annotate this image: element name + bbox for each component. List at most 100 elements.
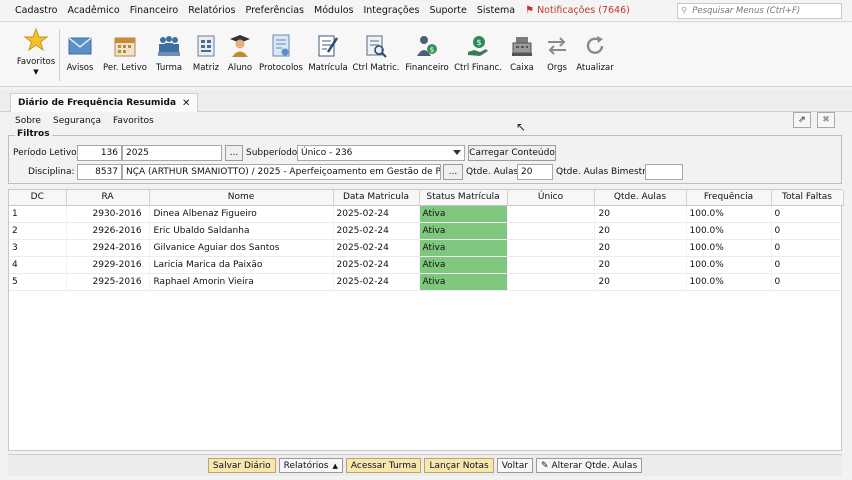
relatorios-button[interactable]: Relatórios ▲ bbox=[278, 458, 343, 473]
arrows-exchange-icon bbox=[544, 33, 570, 59]
classroom-icon bbox=[156, 33, 182, 59]
per-letivo-label: Per. Letivo bbox=[103, 63, 147, 73]
protocolos-button[interactable]: Protocolos bbox=[256, 23, 306, 83]
menu-bar: Cadastro Acadêmico Financeiro Relatórios… bbox=[0, 0, 852, 22]
col-header-faltas[interactable]: Total Faltas bbox=[771, 190, 844, 206]
subnav-seguranca[interactable]: Segurança bbox=[47, 116, 107, 126]
caret-up-icon: ▲ bbox=[332, 461, 338, 470]
detach-window-button[interactable]: ⇗ bbox=[793, 112, 811, 128]
menu-cadastro[interactable]: Cadastro bbox=[0, 5, 63, 16]
bottom-action-bar: Salvar Diário Relatórios ▲ Acessar Turma… bbox=[8, 454, 842, 476]
edit-list-icon: ✎ bbox=[540, 460, 549, 471]
ctrl-financ-button[interactable]: $ Ctrl Financ. bbox=[452, 23, 504, 83]
acessar-turma-button[interactable]: Acessar Turma bbox=[345, 458, 422, 473]
col-header-status[interactable]: Status Matrícula bbox=[419, 190, 508, 206]
cell-dc: 3 bbox=[9, 239, 67, 257]
cell-faltas: 0 bbox=[771, 222, 844, 240]
col-header-nome[interactable]: Nome bbox=[149, 190, 334, 206]
cell-unico[interactable] bbox=[507, 273, 595, 291]
table-row[interactable]: 4 2929-2016 Laricia Marica da Paixão 202… bbox=[9, 256, 844, 274]
turma-button[interactable]: Turma bbox=[150, 23, 188, 83]
qtde-bimestre-field[interactable] bbox=[645, 164, 683, 180]
col-header-data[interactable]: Data Matricula bbox=[333, 190, 420, 206]
menu-relatorios[interactable]: Relatórios bbox=[183, 5, 240, 16]
col-header-ra[interactable]: RA bbox=[66, 190, 150, 206]
cell-data: 2025-02-24 bbox=[333, 239, 420, 257]
periodo-value-field[interactable]: 2025 bbox=[122, 145, 222, 161]
cell-freq: 100.0% bbox=[686, 256, 772, 274]
favoritos-button[interactable]: Favoritos ▼ bbox=[13, 23, 59, 83]
table-row[interactable]: 3 2924-2016 Gilvanice Aguiar dos Santos … bbox=[9, 239, 844, 257]
cell-dc: 5 bbox=[9, 273, 67, 291]
avisos-button[interactable]: Avisos bbox=[60, 23, 100, 83]
financeiro-label: Financeiro bbox=[405, 63, 449, 73]
notifications-label: Notificações (7646) bbox=[537, 5, 630, 16]
carregar-conteudo-button[interactable]: Carregar Conteúdo bbox=[468, 145, 556, 161]
periodo-code-field[interactable]: 136 bbox=[77, 145, 122, 161]
alterar-qtde-label: Alterar Qtde. Aulas bbox=[551, 460, 638, 471]
table-row[interactable]: 2 2926-2016 Eric Ubaldo Saldanha 2025-02… bbox=[9, 222, 844, 240]
atualizar-button[interactable]: Atualizar bbox=[574, 23, 616, 83]
voltar-button[interactable]: Voltar bbox=[496, 458, 533, 473]
disciplina-lookup-button[interactable]: ... bbox=[443, 164, 463, 180]
subnav-sobre[interactable]: Sobre bbox=[0, 116, 47, 126]
calendar-icon bbox=[112, 33, 138, 59]
cash-register-icon bbox=[509, 33, 535, 59]
disciplina-code-field[interactable]: 8537 bbox=[77, 164, 122, 180]
cell-faltas: 0 bbox=[771, 273, 844, 291]
orgs-button[interactable]: Orgs bbox=[540, 23, 574, 83]
cell-unico[interactable] bbox=[507, 222, 595, 240]
subnav-favoritos[interactable]: Favoritos bbox=[107, 116, 160, 126]
qtde-aulas-field[interactable]: 20 bbox=[517, 164, 553, 180]
cell-faltas: 0 bbox=[771, 239, 844, 257]
periodo-lookup-button[interactable]: ... bbox=[225, 145, 243, 161]
col-header-qtde[interactable]: Qtde. Aulas bbox=[594, 190, 687, 206]
menu-integracoes[interactable]: Integrações bbox=[358, 5, 424, 16]
periodo-label: Período Letivo: bbox=[13, 148, 80, 158]
cell-nome: Raphael Amorin Vieira bbox=[149, 273, 334, 291]
table-row[interactable]: 5 2925-2016 Raphael Amorin Vieira 2025-0… bbox=[9, 273, 844, 291]
tab-diario-frequencia[interactable]: Diário de Frequência Resumida ✕ bbox=[10, 93, 199, 112]
col-header-dc[interactable]: DC bbox=[9, 190, 67, 206]
disciplina-value-field[interactable]: NÇA (ARTHUR SMANIOTTO) / 2025 - Aperfeiç… bbox=[122, 164, 441, 180]
cell-unico[interactable] bbox=[507, 256, 595, 274]
cell-ra: 2926-2016 bbox=[66, 222, 150, 240]
financeiro-button[interactable]: $ Financeiro bbox=[402, 23, 452, 83]
tab-title: Diário de Frequência Resumida bbox=[18, 98, 177, 108]
caixa-button[interactable]: Caixa bbox=[504, 23, 540, 83]
col-header-unico[interactable]: Único bbox=[507, 190, 595, 206]
cell-ra: 2924-2016 bbox=[66, 239, 150, 257]
menu-suporte[interactable]: Suporte bbox=[424, 5, 471, 16]
matricula-label: Matrícula bbox=[308, 63, 348, 73]
salvar-diario-button[interactable]: Salvar Diário bbox=[207, 458, 276, 473]
student-icon bbox=[227, 33, 253, 59]
menu-sistema[interactable]: Sistema bbox=[472, 5, 520, 16]
subperiodo-select[interactable]: Único - 236 bbox=[297, 145, 465, 161]
close-window-button[interactable]: ✖ bbox=[817, 112, 835, 128]
menu-preferencias[interactable]: Preferências bbox=[241, 5, 310, 16]
external-window-icon: ⇗ bbox=[798, 115, 806, 125]
close-icon[interactable]: ✕ bbox=[182, 98, 190, 109]
notifications-link[interactable]: ⚑ Notificações (7646) bbox=[520, 5, 635, 16]
cell-unico[interactable] bbox=[507, 239, 595, 257]
cell-data: 2025-02-24 bbox=[333, 205, 420, 223]
menu-search-input[interactable] bbox=[690, 5, 831, 17]
per-letivo-button[interactable]: Per. Letivo bbox=[100, 23, 150, 83]
menu-academico[interactable]: Acadêmico bbox=[63, 5, 125, 16]
lancar-notas-button[interactable]: Lançar Notas bbox=[424, 458, 494, 473]
col-header-freq[interactable]: Frequência bbox=[686, 190, 772, 206]
cell-unico[interactable] bbox=[507, 205, 595, 223]
avisos-label: Avisos bbox=[66, 63, 94, 73]
search-icon: ⚲ bbox=[681, 6, 688, 16]
alterar-qtde-aulas-button[interactable]: ✎ Alterar Qtde. Aulas bbox=[535, 458, 643, 473]
matricula-button[interactable]: Matrícula bbox=[306, 23, 350, 83]
menu-search[interactable]: ⚲ bbox=[677, 3, 842, 19]
menu-modulos[interactable]: Módulos bbox=[309, 5, 358, 16]
protocolos-label: Protocolos bbox=[259, 63, 303, 73]
aluno-button[interactable]: Aluno bbox=[224, 23, 256, 83]
menu-financeiro[interactable]: Financeiro bbox=[125, 5, 184, 16]
matriz-button[interactable]: Matriz bbox=[188, 23, 224, 83]
cell-ra: 2929-2016 bbox=[66, 256, 150, 274]
ctrl-matric-button[interactable]: Ctrl Matric. bbox=[350, 23, 402, 83]
table-row[interactable]: 1 2930-2016 Dinea Albenaz Figueiro 2025-… bbox=[9, 205, 844, 223]
